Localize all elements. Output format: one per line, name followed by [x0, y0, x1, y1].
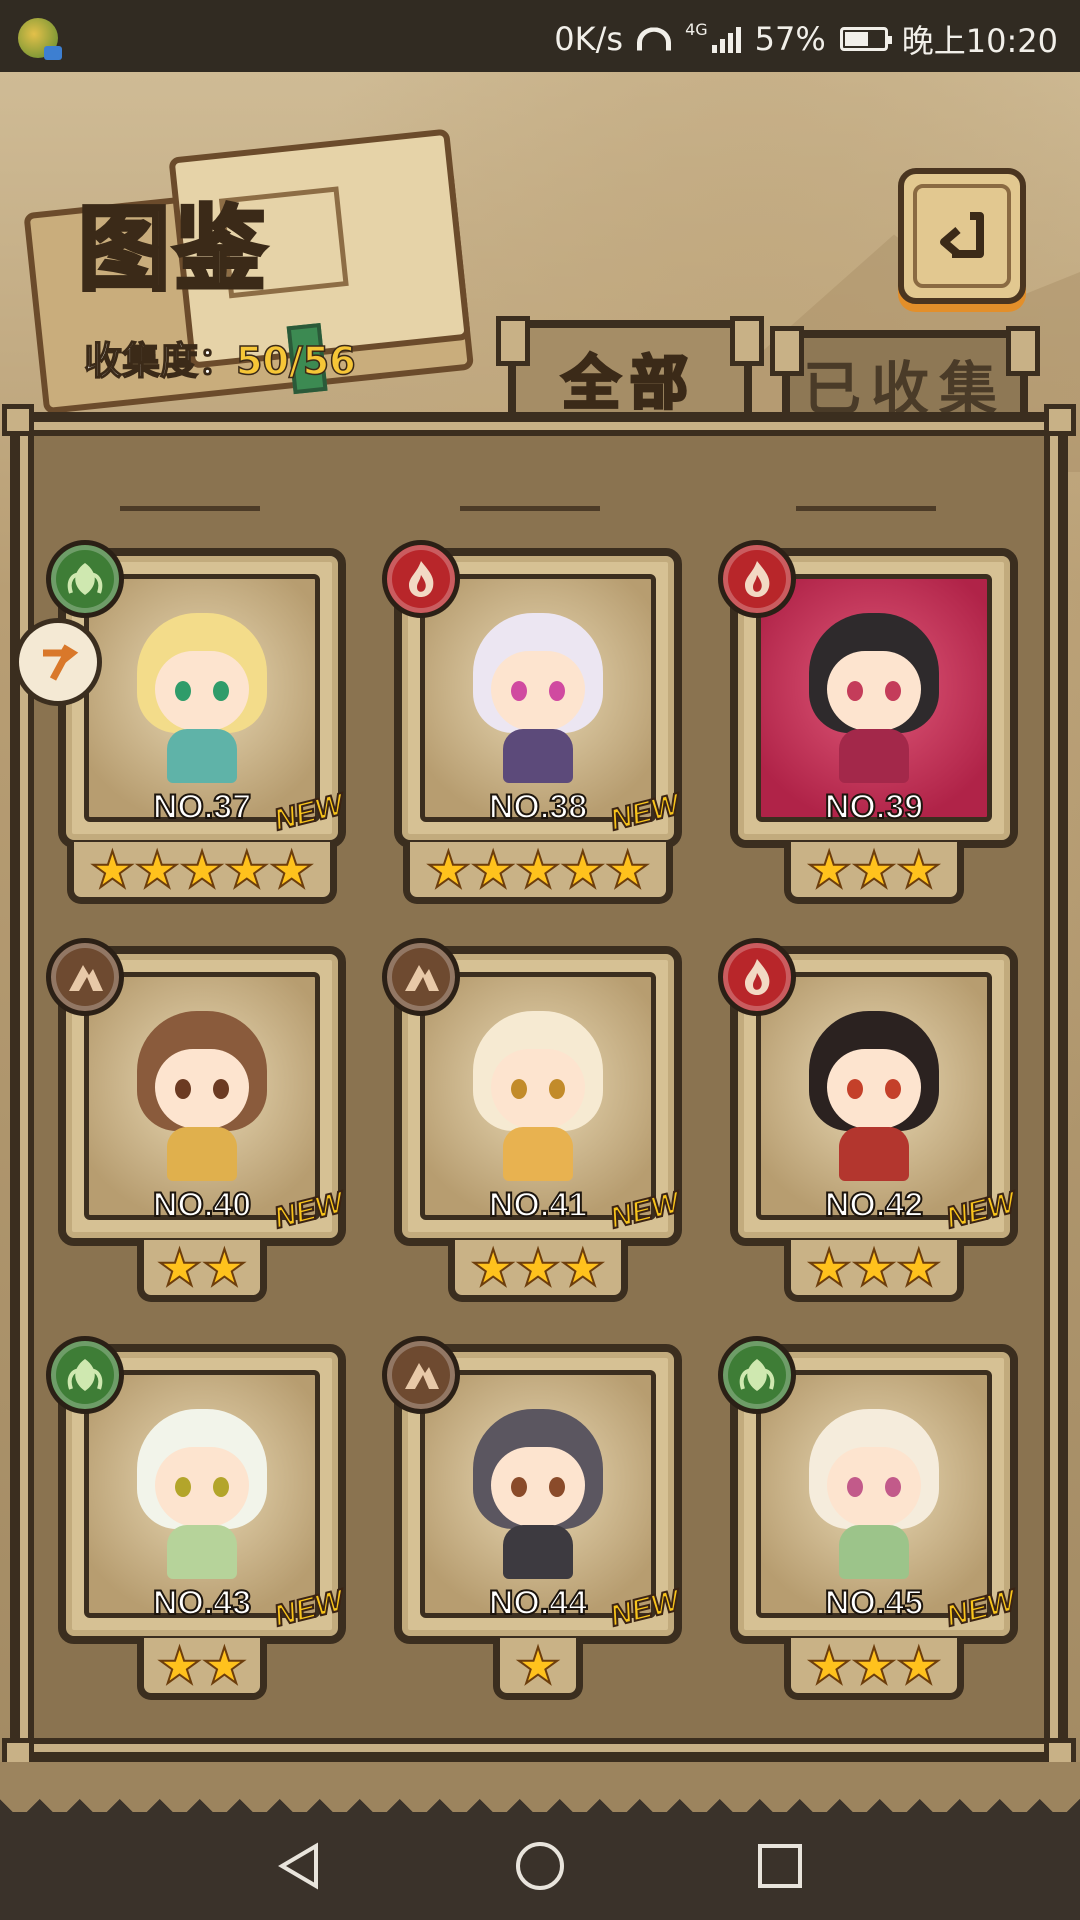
star-rating: ★★★★★	[67, 842, 337, 904]
star-rating: ★	[493, 1638, 583, 1700]
fire-element-icon	[382, 540, 460, 618]
signal-icon	[711, 25, 741, 53]
character-portrait	[84, 972, 320, 1220]
column-divider	[460, 506, 600, 511]
card-number: NO.39	[824, 787, 924, 827]
card-frame: NO.40 NEW	[46, 938, 348, 1246]
collection-label: 收集度：	[83, 338, 237, 384]
system-nav-bar	[0, 1794, 1080, 1920]
rarity-stars: ★★	[156, 1238, 248, 1297]
character-portrait	[420, 574, 656, 822]
star-rating: ★★★	[784, 1240, 964, 1302]
character-portrait	[84, 574, 320, 822]
card-frame: NO.42 NEW	[718, 938, 1020, 1246]
card-frame: NO.44 NEW	[382, 1336, 684, 1644]
collection-card[interactable]: NO.43 NEW ★★	[46, 1336, 348, 1700]
column-divider	[796, 506, 936, 511]
rarity-stars: ★★★★★	[89, 840, 315, 899]
card-frame: NO.37 NEW	[46, 540, 348, 848]
character-portrait	[756, 1370, 992, 1618]
card-frame: NO.43 NEW	[46, 1336, 348, 1644]
leaf-element-icon	[46, 540, 124, 618]
back-triangle-icon[interactable]	[272, 1838, 328, 1894]
rarity-stars: ★★★	[806, 1238, 942, 1297]
rarity-stars: ★	[515, 1636, 562, 1695]
rarity-stars: ★★	[156, 1636, 248, 1695]
card-frame: NO.38 NEW	[382, 540, 684, 848]
battery-percent: 57%	[754, 20, 826, 58]
star-rating: ★★★	[784, 842, 964, 904]
net-speed: 0K/s	[554, 20, 624, 58]
collection-card[interactable]: NO.45 NEW ★★★	[718, 1336, 1020, 1700]
collection-card[interactable]: NO.40 NEW ★★	[46, 938, 348, 1302]
network-type: 4G	[685, 19, 708, 39]
character-portrait	[756, 972, 992, 1220]
collection-card[interactable]: NO.41 NEW ★★★	[382, 938, 684, 1302]
character-portrait	[84, 1370, 320, 1618]
rarity-stars: ★★★	[470, 1238, 606, 1297]
earth-element-icon	[46, 938, 124, 1016]
collection-progress: 收集度：50/56	[83, 330, 356, 385]
collection-card[interactable]: NO.44 NEW ★	[382, 1336, 684, 1700]
fire-element-icon	[718, 540, 796, 618]
collection-card[interactable]: NO.37 NEW ★★★★★	[46, 540, 348, 904]
column-divider	[120, 506, 260, 511]
side-bookmark-button[interactable]	[14, 618, 102, 706]
star-rating: ★★★	[448, 1240, 628, 1302]
star-rating: ★★	[137, 1240, 267, 1302]
character-portrait	[756, 574, 992, 822]
rarity-stars: ★★★	[806, 1636, 942, 1695]
card-frame: NO.39	[718, 540, 1018, 848]
earth-element-icon	[382, 1336, 460, 1414]
fire-element-icon	[718, 938, 796, 1016]
card-frame: NO.41 NEW	[382, 938, 684, 1246]
back-arrow-icon	[940, 212, 984, 258]
star-rating: ★★★★★	[403, 842, 673, 904]
bookmark-arrow-icon	[43, 644, 79, 681]
clock: 晚上10:20	[901, 22, 1058, 60]
character-portrait	[420, 972, 656, 1220]
card-frame: NO.45 NEW	[718, 1336, 1020, 1644]
collection-card[interactable]: NO.39 ★★★	[718, 540, 1018, 904]
wifi-icon	[637, 27, 672, 51]
home-circle-icon[interactable]	[512, 1838, 568, 1894]
recents-square-icon[interactable]	[752, 1838, 808, 1894]
rarity-stars: ★★★★★	[425, 840, 651, 899]
collection-card[interactable]: NO.42 NEW ★★★	[718, 938, 1020, 1302]
back-button[interactable]	[898, 168, 1026, 304]
battery-icon	[839, 27, 892, 51]
earth-element-icon	[382, 938, 460, 1016]
leaf-element-icon	[46, 1336, 124, 1414]
star-rating: ★★★	[784, 1638, 964, 1700]
character-portrait	[420, 1370, 656, 1618]
rarity-stars: ★★★	[806, 840, 942, 899]
leaf-element-icon	[718, 1336, 796, 1414]
page-title: 图鉴	[76, 193, 271, 305]
tab-all-label: 全部	[560, 348, 698, 419]
notification-app-icon	[18, 18, 62, 60]
status-bar: 0K/s 4G 57% 晚上10:20	[0, 0, 1080, 90]
star-rating: ★★	[137, 1638, 267, 1700]
collection-value: 50/56	[235, 338, 356, 384]
collection-card[interactable]: NO.38 NEW ★★★★★	[382, 540, 684, 904]
